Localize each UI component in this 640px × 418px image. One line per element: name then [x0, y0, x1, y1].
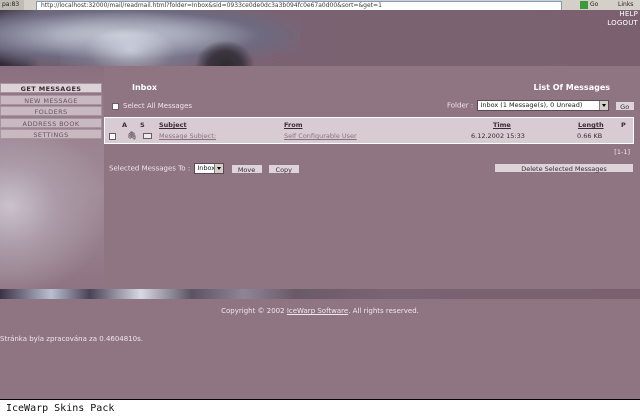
- footer-banner: [0, 289, 640, 299]
- message-time: 6.12.2002 15:33: [471, 132, 525, 140]
- folder-select-value: Inbox (1 Message(s), 0 Unread): [480, 101, 583, 109]
- copyright-prefix: Copyright © 2002: [221, 307, 285, 315]
- attachment-icon: 🖇: [127, 131, 138, 140]
- select-all-row: Select All Messages: [112, 102, 192, 110]
- logout-link[interactable]: LOGOUT: [607, 19, 638, 27]
- nav-settings[interactable]: SETTINGS: [0, 129, 102, 139]
- folder-selector-row: Folder : Inbox (1 Message(s), 0 Unread) …: [447, 100, 635, 111]
- bulk-actions-row: Selected Messages To : Inbox Move Copy: [109, 163, 300, 174]
- copyright: Copyright © 2002 IceWarp Software. All r…: [0, 307, 640, 315]
- col-header-p[interactable]: P: [621, 121, 626, 129]
- col-header-length[interactable]: Length: [578, 121, 604, 129]
- page-title: Inbox: [132, 83, 158, 92]
- banner-mist: [60, 10, 210, 66]
- nav-folders[interactable]: FOLDERS: [0, 106, 102, 116]
- chevron-down-icon: [214, 164, 224, 173]
- message-from-link[interactable]: Self Configurable User: [284, 132, 357, 140]
- company-link[interactable]: IceWarp Software: [287, 307, 348, 315]
- sidebar-mist: [0, 126, 104, 291]
- header-banner: HELP LOGOUT: [0, 10, 640, 66]
- banner-tree: [195, 40, 255, 66]
- message-checkbox[interactable]: [109, 133, 116, 140]
- tab-prefix: pa:83: [0, 0, 24, 10]
- browser-go-button[interactable]: Go: [580, 0, 606, 10]
- help-link[interactable]: HELP: [619, 10, 638, 18]
- sidebar-nav: GET MESSAGES NEW MESSAGE FOLDERS ADDRESS…: [0, 83, 102, 141]
- selected-to-label: Selected Messages To :: [109, 164, 191, 173]
- folder-select[interactable]: Inbox (1 Message(s), 0 Unread): [477, 100, 610, 111]
- target-folder-value: Inbox: [197, 164, 216, 172]
- select-all-label: Select All Messages: [123, 102, 193, 110]
- message-table: A S Subject From Time Length P 🖇 Message…: [104, 117, 634, 144]
- folder-go-button[interactable]: Go: [614, 100, 635, 111]
- copy-button[interactable]: Copy: [267, 163, 300, 174]
- col-header-s[interactable]: S: [140, 121, 145, 129]
- links-label[interactable]: Links: [618, 0, 633, 10]
- col-header-time[interactable]: Time: [493, 121, 511, 129]
- browser-go-label: Go: [590, 1, 599, 8]
- move-button[interactable]: Move: [230, 163, 263, 174]
- message-length: 0.66 KB: [577, 132, 603, 140]
- go-arrow-icon: [580, 0, 588, 9]
- list-title: List Of Messages: [533, 83, 611, 92]
- col-header-from[interactable]: From: [284, 121, 302, 129]
- envelope-icon: [143, 133, 152, 139]
- status-bar: IceWarp Skins Pack: [0, 399, 640, 418]
- status-text: IceWarp Skins Pack: [6, 403, 115, 414]
- copyright-suffix: . All rights reserved.: [348, 307, 419, 315]
- chevron-down-icon: [599, 101, 609, 110]
- folder-label: Folder :: [447, 101, 474, 110]
- nav-address-book[interactable]: ADDRESS BOOK: [0, 117, 102, 128]
- delete-selected-button[interactable]: Delete Selected Messages: [494, 163, 634, 173]
- col-header-a[interactable]: A: [122, 121, 127, 129]
- nav-new-message[interactable]: NEW MESSAGE: [0, 94, 102, 105]
- pager: [1-1]: [614, 148, 630, 156]
- col-header-subject[interactable]: Subject: [159, 121, 187, 129]
- nav-get-messages[interactable]: GET MESSAGES: [0, 83, 102, 93]
- select-all-checkbox[interactable]: [112, 102, 119, 110]
- processing-time: Stránka byla zpracována za 0.4604810s.: [0, 335, 143, 343]
- target-folder-select[interactable]: Inbox: [194, 163, 225, 174]
- message-subject-link[interactable]: Message Subject:: [159, 132, 216, 140]
